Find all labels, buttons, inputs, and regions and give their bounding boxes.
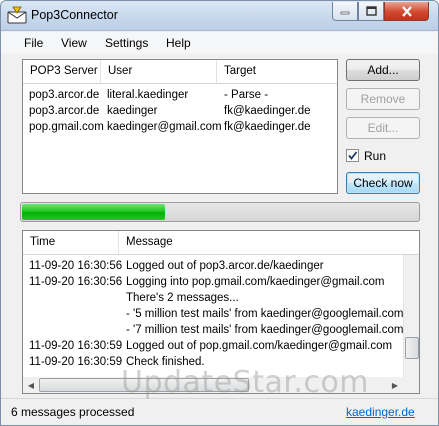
user-cell: kaedinger [107,105,158,117]
remove-button[interactable]: Remove [346,88,420,110]
log-message: - '7 million test mails' from kaedinger@… [126,324,403,336]
status-text: 6 messages processed [11,405,135,419]
scrollbar-corner [403,377,419,393]
window-title: Pop3Connector [31,8,118,22]
log-message: Logged out of pop3.arcor.de/kaedinger [126,260,324,272]
column-target[interactable]: Target [217,60,337,83]
add-button[interactable]: Add... [346,59,420,81]
server-list-header: POP3 Server User Target [23,60,337,84]
target-cell: fk@kaedinger.de [224,121,311,133]
server-list[interactable]: POP3 Server User Target pop3.arcor.de li… [22,59,338,194]
edit-button[interactable]: Edit... [346,117,420,139]
server-row[interactable]: pop.gmail.com kaedinger@gmail.com fk@kae… [23,119,337,135]
log-message: Logging into pop.gmail.com/kaedinger@gma… [126,276,385,288]
user-cell: kaedinger@gmail.com [107,121,222,133]
close-button[interactable] [384,2,429,21]
target-cell: fk@kaedinger.de [224,105,311,117]
pop3connector-app-icon [7,6,27,24]
log-row[interactable]: - '5 million test mails' from kaedinger@… [23,306,403,322]
run-checkbox[interactable] [346,149,359,162]
column-pop3-server[interactable]: POP3 Server [23,60,101,83]
log-horizontal-scrollbar[interactable]: ◀ ▶ [23,377,403,393]
log-row[interactable]: 11-09-20 16:30:56 Logged out of pop3.arco… [23,258,403,274]
target-cell: - Parse - [224,89,269,101]
maximize-icon [365,6,377,16]
log-vertical-scroll-thumb[interactable] [405,337,419,359]
menu-help[interactable]: Help [166,36,191,50]
menu-bar: File View Settings Help [1,32,438,54]
column-user[interactable]: User [101,60,217,83]
server-cell: pop3.arcor.de [29,89,100,101]
server-row[interactable]: pop3.arcor.de kaedinger fk@kaedinger.de [23,103,337,119]
app-window: Pop3Connector File View Settings Help PO… [0,0,439,426]
status-bar: 6 messages processed kaedinger.de [1,398,438,425]
menu-view[interactable]: View [61,36,87,50]
checkmark-icon [348,151,358,160]
column-message[interactable]: Message [119,231,419,254]
log-time: 11-09-20 16:30:59 [29,340,123,352]
progress-fill [22,204,166,220]
check-now-button[interactable]: Check now [346,172,420,194]
log-list-header: Time Message [23,231,419,255]
scroll-left-arrow-icon[interactable]: ◀ [23,377,39,393]
minimize-button[interactable] [332,2,358,21]
log-row[interactable]: 11-09-20 16:30:59 Logged out of pop.gmail… [23,338,403,354]
minimize-icon [340,11,350,15]
log-message: - '5 million test mails' from kaedinger@… [126,308,403,320]
run-label[interactable]: Run [364,149,386,163]
close-icon [401,5,412,17]
log-row[interactable]: - '7 million test mails' from kaedinger@… [23,322,403,338]
log-message: There's 2 messages... [126,292,239,304]
log-horizontal-scroll-thumb[interactable] [39,378,249,392]
log-list[interactable]: Time Message 11-09-20 16:30:56 Logged out… [22,230,420,394]
column-time[interactable]: Time [23,231,119,254]
title-bar[interactable]: Pop3Connector [1,1,438,31]
website-link[interactable]: kaedinger.de [346,405,415,419]
log-row[interactable]: There's 2 messages... [23,290,403,306]
menu-file[interactable]: File [24,36,43,50]
log-row[interactable]: 11-09-20 16:30:59 Check finished. [23,354,403,370]
server-cell: pop3.arcor.de [29,105,100,117]
server-cell: pop.gmail.com [29,121,104,133]
log-message: Logged out of pop.gmail.com/kaedinger@gm… [126,340,393,352]
log-vertical-scrollbar[interactable] [403,255,419,377]
user-cell: literal.kaedinger [107,89,189,101]
scroll-right-arrow-icon[interactable]: ▶ [387,377,403,393]
log-time: 11-09-20 16:30:56 [29,276,123,288]
server-row[interactable]: pop3.arcor.de literal.kaedinger - Parse … [23,87,337,103]
log-time: 11-09-20 16:30:59 [29,356,123,368]
menu-settings[interactable]: Settings [105,36,148,50]
log-message: Check finished. [126,356,205,368]
log-time: 11-09-20 16:30:56 [29,260,123,272]
log-row[interactable]: 11-09-20 16:30:56 Logging into pop.gmail.… [23,274,403,290]
maximize-button[interactable] [358,2,384,21]
progress-bar [20,202,420,222]
